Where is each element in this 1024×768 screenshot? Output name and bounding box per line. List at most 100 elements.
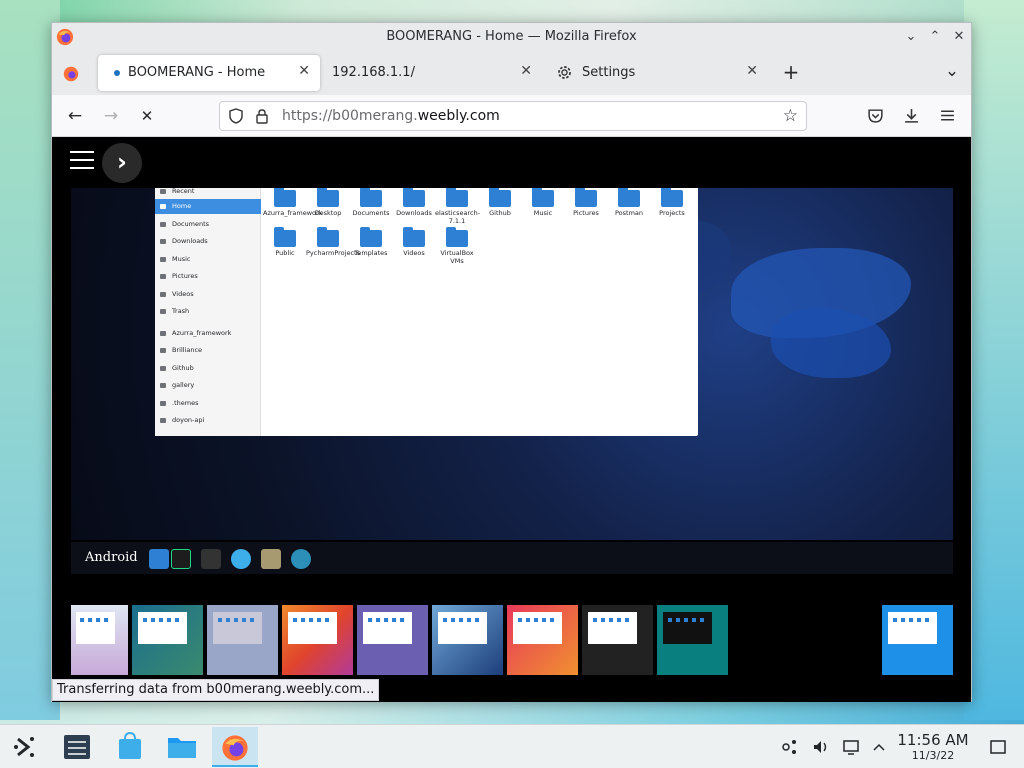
folder-icon	[403, 227, 425, 247]
package-icon	[261, 549, 281, 569]
sidebar-item: Trash	[155, 304, 261, 319]
folder-icon	[661, 188, 683, 207]
download-icon[interactable]	[903, 107, 920, 124]
screenshot-dock: Android	[71, 542, 953, 574]
sidebar-item: Azurra_framework	[155, 326, 261, 341]
tab-label: BOOMERANG - Home	[128, 65, 266, 80]
next-slide-button[interactable]: ›	[102, 143, 142, 183]
pocket-icon[interactable]	[867, 107, 884, 124]
firefox-taskbar-button[interactable]	[212, 727, 258, 767]
folder-item: PycharmProjects	[306, 227, 360, 258]
volume-icon[interactable]	[811, 737, 831, 757]
app-icon	[149, 549, 169, 569]
tab-bar: BOOMERANG - Home ✕ 192.168.1.1/ ✕ Settin…	[52, 51, 971, 95]
clock-date: 11/3/22	[911, 749, 955, 762]
bookmark-star-icon[interactable]: ☆	[783, 106, 798, 126]
discover-store-icon[interactable]	[112, 729, 148, 765]
thumbnail[interactable]	[207, 605, 278, 675]
firefox-icon	[222, 735, 248, 761]
thumbnail[interactable]	[432, 605, 503, 675]
thumbnail[interactable]	[282, 605, 353, 675]
folder-item: Documents	[349, 188, 393, 218]
kde-connect-icon[interactable]	[780, 737, 800, 757]
folder-icon	[317, 188, 339, 207]
list-all-tabs-button[interactable]: ⌄	[940, 59, 964, 83]
tab-close-icon[interactable]: ✕	[746, 63, 758, 79]
thumbnail[interactable]	[132, 605, 203, 675]
tab-settings[interactable]: Settings ✕	[546, 55, 768, 91]
back-button[interactable]: ←	[63, 104, 87, 128]
folder-icon	[618, 188, 640, 207]
folder-item: VirtualBox VMs	[435, 227, 479, 265]
clock[interactable]: 11:56 AM 11/3/22	[893, 731, 973, 762]
tab-close-icon[interactable]: ✕	[520, 63, 532, 79]
system-settings-icon[interactable]	[59, 729, 95, 765]
url-bar[interactable]: https://b00merang.weebly.com ☆	[219, 101, 807, 131]
sidebar-item: .themes	[155, 396, 261, 411]
thumbnail[interactable]	[582, 605, 653, 675]
file-manager-screenshot: Recent Home Documents Downloads Music Pi…	[155, 188, 698, 436]
gear-icon	[558, 66, 571, 79]
dolphin-file-manager-icon[interactable]	[164, 729, 200, 765]
folder-item: Music	[521, 188, 565, 218]
tab-router[interactable]: 192.168.1.1/ ✕	[320, 55, 542, 91]
thumbnail[interactable]	[357, 605, 428, 675]
thumbnail[interactable]	[657, 605, 728, 675]
forward-button[interactable]: →	[99, 104, 123, 128]
sidebar-item: Documents	[155, 217, 261, 232]
folder-icon	[446, 188, 468, 207]
sidebar-item: Github	[155, 361, 261, 376]
folder-item: Videos	[392, 227, 436, 258]
tab-boomerang[interactable]: BOOMERANG - Home ✕	[98, 55, 320, 91]
app-launcher-icon[interactable]	[8, 729, 44, 765]
close-window-button[interactable]: ✕	[949, 27, 969, 47]
hamburger-menu-icon[interactable]	[939, 107, 956, 124]
folder-item: elasticsearch-7.1.1	[435, 188, 480, 225]
desktop-screenshot-slide: Recent Home Documents Downloads Music Pi…	[71, 188, 953, 540]
sidebar-item: Recent	[155, 188, 261, 199]
terminal-icon	[201, 549, 221, 569]
network-icon[interactable]	[841, 737, 861, 757]
folder-icon	[446, 227, 468, 247]
shield-icon[interactable]	[228, 108, 244, 124]
title-bar[interactable]: BOOMERANG - Home — Mozilla Firefox ⌄ ⌃ ✕	[52, 23, 971, 51]
site-favicon-icon	[114, 70, 120, 76]
folder-icon	[489, 188, 511, 207]
folder-item: Pictures	[564, 188, 608, 218]
thumbnail-strip	[52, 605, 971, 675]
status-panel: Transferring data from b00merang.weebly.…	[52, 679, 380, 701]
tab-close-icon[interactable]: ✕	[298, 63, 310, 79]
url-text[interactable]: https://b00merang.weebly.com	[282, 108, 500, 124]
folder-item: Public	[263, 227, 307, 258]
sidebar-item: doyon-api	[155, 413, 261, 428]
file-manager-sidebar: Recent Home Documents Downloads Music Pi…	[155, 188, 261, 436]
maximize-button[interactable]: ⌃	[925, 27, 945, 47]
site-menu-button[interactable]	[70, 151, 94, 171]
web-page: › Recent Home Documents Downloads Music …	[52, 137, 971, 702]
thumbnail[interactable]	[71, 605, 128, 675]
wallpaper-top	[0, 0, 1024, 24]
stop-button[interactable]: ✕	[135, 104, 159, 128]
clock-time: 11:56 AM	[897, 731, 969, 749]
chevron-up-icon[interactable]	[869, 737, 889, 757]
show-desktop-icon[interactable]	[988, 737, 1008, 757]
firefox-window: BOOMERANG - Home — Mozilla Firefox ⌄ ⌃ ✕…	[51, 22, 972, 702]
folder-icon	[532, 188, 554, 207]
new-tab-button[interactable]: +	[779, 60, 803, 84]
taskbar: 11:56 AM 11/3/22	[0, 724, 1024, 768]
sidebar-item: gallery	[155, 378, 261, 393]
sidebar-item: Music	[155, 252, 261, 267]
folder-item: Desktop	[306, 188, 350, 218]
minimize-button[interactable]: ⌄	[901, 27, 921, 47]
folder-item: Azurra_framework	[263, 188, 322, 218]
folder-icon	[360, 188, 382, 207]
firefox-view-icon[interactable]	[62, 65, 80, 83]
folder-item: Downloads	[392, 188, 436, 218]
folder-icon	[274, 227, 296, 247]
sidebar-item: Pictures	[155, 269, 261, 284]
folder-icon	[317, 227, 339, 247]
lock-icon[interactable]	[254, 108, 270, 124]
folder-icon	[575, 188, 597, 207]
thumbnail[interactable]	[507, 605, 578, 675]
thumbnail[interactable]	[882, 605, 953, 675]
